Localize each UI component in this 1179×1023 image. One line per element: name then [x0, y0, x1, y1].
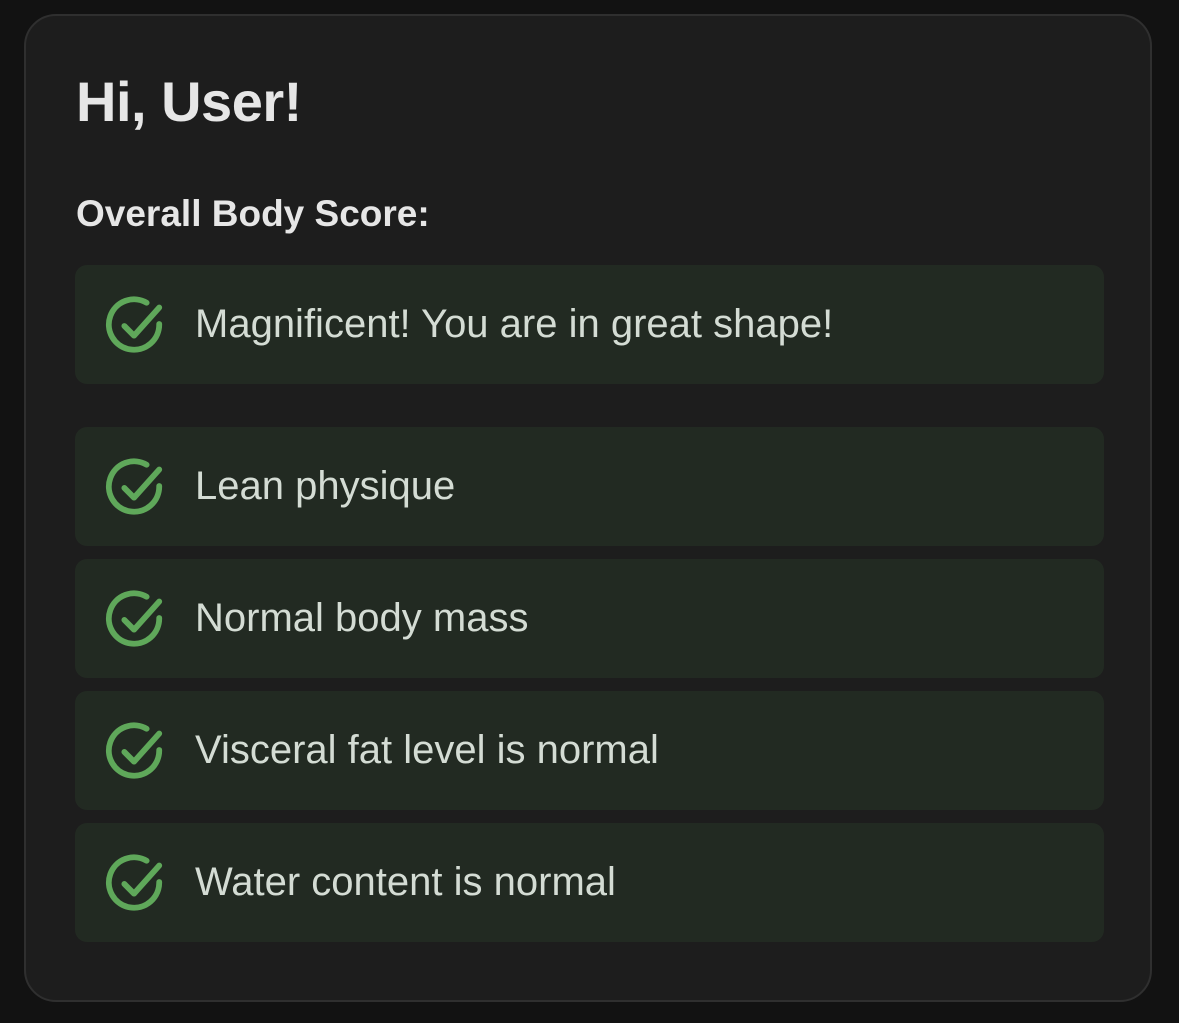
check-circle-icon	[104, 852, 166, 914]
metric-text: Water content is normal	[195, 860, 616, 904]
metric-row-body-mass: Normal body mass	[75, 559, 1104, 678]
metric-row-lean-physique: Lean physique	[75, 427, 1104, 546]
score-summary-row: Magnificent! You are in great shape!	[75, 265, 1104, 384]
check-circle-icon	[104, 294, 166, 356]
greeting-title: Hi, User!	[76, 70, 302, 133]
check-circle-icon	[104, 720, 166, 782]
metric-row-water-content: Water content is normal	[75, 823, 1104, 942]
check-circle-icon	[104, 456, 166, 518]
check-circle-icon	[104, 588, 166, 650]
metric-text: Normal body mass	[195, 596, 529, 640]
body-score-card: Hi, User! Overall Body Score: Magnificen…	[24, 14, 1152, 1002]
overall-body-score-label: Overall Body Score:	[76, 193, 430, 234]
score-summary-text: Magnificent! You are in great shape!	[195, 302, 834, 346]
metric-text: Lean physique	[195, 464, 456, 508]
metric-row-visceral-fat: Visceral fat level is normal	[75, 691, 1104, 810]
metric-text: Visceral fat level is normal	[195, 728, 659, 772]
